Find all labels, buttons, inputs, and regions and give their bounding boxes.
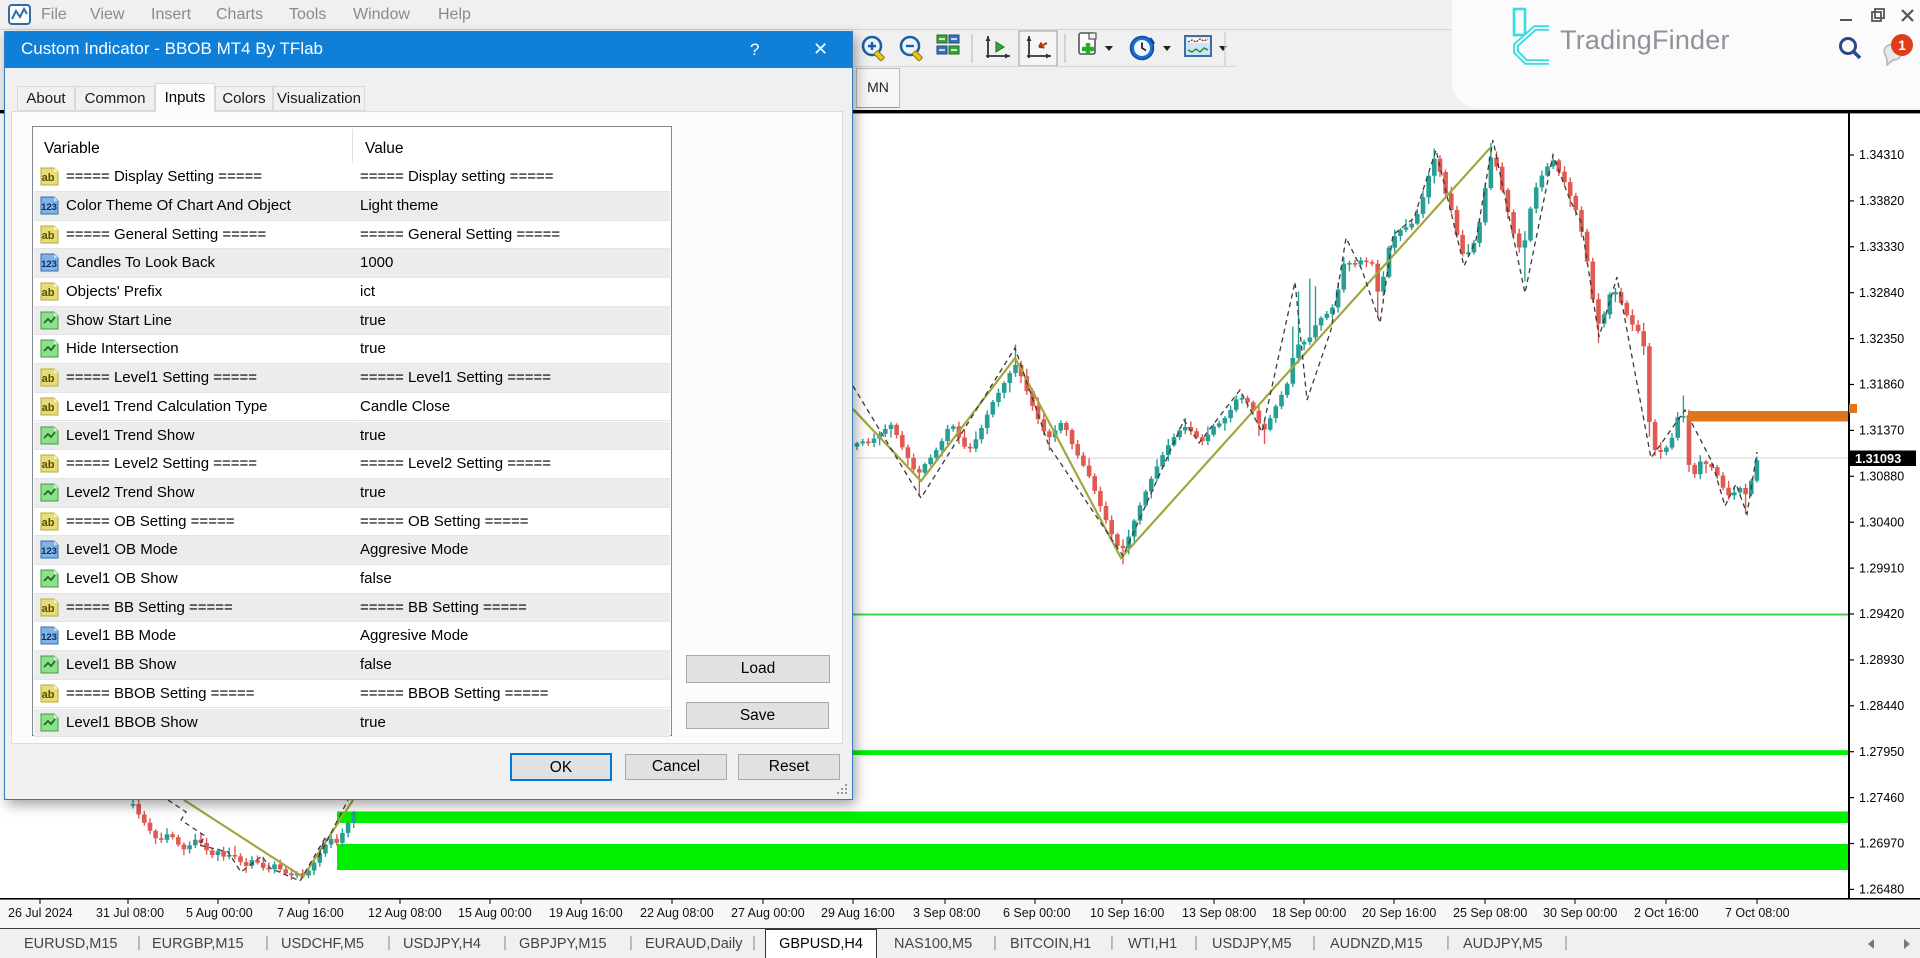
svg-text:ab: ab: [42, 373, 55, 385]
svg-text:1.27950: 1.27950: [1859, 745, 1904, 759]
svg-text:20 Sep 16:00: 20 Sep 16:00: [1362, 906, 1436, 920]
svg-text:1.32840: 1.32840: [1859, 286, 1904, 300]
svg-text:2 Oct 16:00: 2 Oct 16:00: [1634, 906, 1699, 920]
svg-text:1.31370: 1.31370: [1859, 424, 1904, 438]
svg-text:1.31860: 1.31860: [1859, 378, 1904, 392]
svg-text:ab: ab: [42, 172, 55, 184]
svg-text:19 Aug 16:00: 19 Aug 16:00: [549, 906, 623, 920]
svg-text:31 Jul 08:00: 31 Jul 08:00: [96, 906, 164, 920]
svg-text:ab: ab: [42, 603, 55, 615]
svg-text:123: 123: [41, 632, 57, 643]
svg-text:13 Sep 08:00: 13 Sep 08:00: [1182, 906, 1256, 920]
svg-text:25 Sep 08:00: 25 Sep 08:00: [1453, 906, 1527, 920]
svg-text:1.26480: 1.26480: [1859, 883, 1904, 897]
svg-text:1.29910: 1.29910: [1859, 561, 1904, 575]
svg-text:18 Sep 00:00: 18 Sep 00:00: [1272, 906, 1346, 920]
svg-text:ab: ab: [42, 517, 55, 529]
svg-text:26 Jul 2024: 26 Jul 2024: [8, 906, 73, 920]
svg-text:6 Sep 00:00: 6 Sep 00:00: [1003, 906, 1070, 920]
svg-text:ab: ab: [42, 230, 55, 242]
svg-text:1.31093: 1.31093: [1855, 451, 1901, 466]
svg-text:10 Sep 16:00: 10 Sep 16:00: [1090, 906, 1164, 920]
svg-text:ab: ab: [42, 689, 55, 701]
svg-text:1.30400: 1.30400: [1859, 515, 1904, 529]
svg-text:123: 123: [41, 546, 57, 557]
svg-text:ab: ab: [42, 287, 55, 299]
svg-text:123: 123: [41, 259, 57, 270]
svg-text:15 Aug 00:00: 15 Aug 00:00: [458, 906, 532, 920]
svg-text:3 Sep 08:00: 3 Sep 08:00: [913, 906, 980, 920]
svg-text:7 Aug 16:00: 7 Aug 16:00: [277, 906, 344, 920]
svg-text:1.28440: 1.28440: [1859, 699, 1904, 713]
svg-text:1.33820: 1.33820: [1859, 194, 1904, 208]
svg-text:22 Aug 08:00: 22 Aug 08:00: [640, 906, 714, 920]
svg-text:7 Oct 08:00: 7 Oct 08:00: [1725, 906, 1790, 920]
svg-text:1.32350: 1.32350: [1859, 332, 1904, 346]
svg-text:5 Aug 00:00: 5 Aug 00:00: [186, 906, 253, 920]
svg-text:1.34310: 1.34310: [1859, 148, 1904, 162]
svg-text:1.30880: 1.30880: [1859, 470, 1904, 484]
svg-text:ab: ab: [42, 402, 55, 414]
svg-text:ab: ab: [42, 459, 55, 471]
svg-text:1.33330: 1.33330: [1859, 240, 1904, 254]
svg-text:12 Aug 08:00: 12 Aug 08:00: [368, 906, 442, 920]
svg-text:27 Aug 00:00: 27 Aug 00:00: [731, 906, 805, 920]
svg-text:1.28930: 1.28930: [1859, 653, 1904, 667]
svg-text:1.26970: 1.26970: [1859, 837, 1904, 851]
svg-text:1.27460: 1.27460: [1859, 791, 1904, 805]
svg-text:30 Sep 00:00: 30 Sep 00:00: [1543, 906, 1617, 920]
svg-text:1.29420: 1.29420: [1859, 607, 1904, 621]
svg-text:29 Aug 16:00: 29 Aug 16:00: [821, 906, 895, 920]
svg-text:123: 123: [41, 202, 57, 213]
